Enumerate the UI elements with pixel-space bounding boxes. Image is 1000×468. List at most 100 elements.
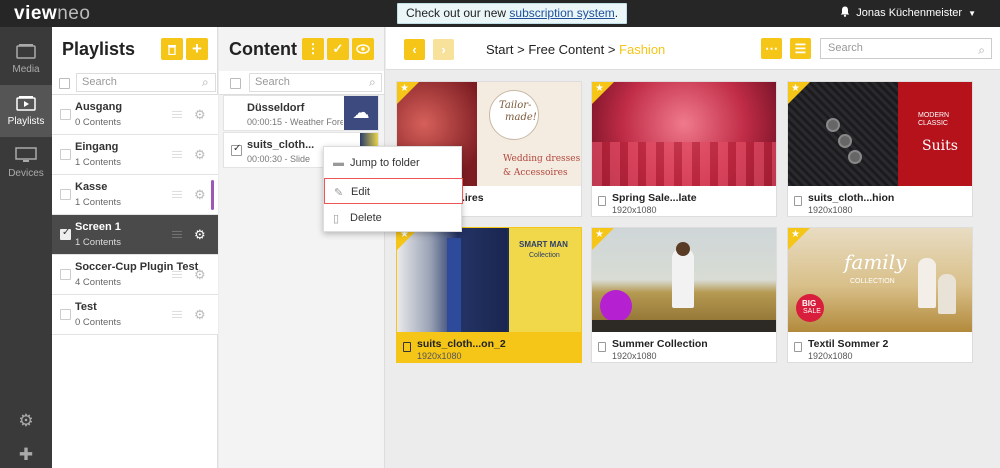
bell-icon[interactable] — [840, 6, 850, 20]
select-all-checkbox[interactable] — [230, 78, 241, 89]
row-checkbox[interactable] — [60, 149, 71, 160]
star-icon[interactable]: ★ — [788, 82, 810, 104]
playlist-row[interactable]: Eingang 1 Contents ― ― ― ⚙ — [52, 135, 218, 175]
content-title: Content — [229, 39, 297, 59]
document-icon — [794, 196, 802, 206]
folder-icon: ▬ — [333, 157, 344, 169]
search-icon: ⌕ — [369, 75, 376, 89]
back-button[interactable]: ‹ — [404, 39, 425, 60]
menu-item-edit[interactable]: ✎ Edit — [324, 178, 463, 204]
playlist-icon — [0, 95, 52, 114]
plugin-icon[interactable]: ✚ — [0, 445, 52, 465]
drag-handle-icon[interactable]: ― ― ― — [172, 147, 184, 163]
user-menu[interactable]: Jonas Küchenmeister ▼ — [840, 6, 976, 20]
select-all-checkbox[interactable] — [59, 78, 70, 89]
check-button[interactable]: ✓ — [327, 38, 349, 60]
drag-handle-icon[interactable]: ― ― ― — [172, 267, 184, 283]
notice-banner: Check out our new subscription system. — [397, 3, 628, 24]
playlists-search-row: Search ⌕ — [52, 71, 217, 95]
menu-item-delete[interactable]: ▯ Delete — [324, 205, 463, 231]
card-thumbnail: family COLLECTION BIG SALE — [788, 228, 972, 332]
monitor-icon — [0, 147, 52, 166]
main-area: ‹ › Start > Free Content > Fashion ⋯ ☰ S… — [386, 27, 1000, 468]
star-icon[interactable]: ★ — [592, 228, 614, 250]
forward-button[interactable]: › — [433, 39, 454, 60]
playlist-row[interactable]: Ausgang 0 Contents ― ― ― ⚙ — [52, 95, 218, 135]
subscription-link[interactable]: subscription system — [509, 6, 614, 20]
media-icon — [0, 43, 52, 62]
menu-item-jump-to-folder[interactable]: ▬ Jump to folder — [324, 150, 463, 176]
more-options-button[interactable]: ⋮ — [302, 38, 324, 60]
delete-playlist-button[interactable] — [161, 38, 183, 60]
nav-media[interactable]: Media — [0, 33, 52, 85]
eye-icon — [356, 44, 370, 54]
nav-playlists[interactable]: Playlists — [0, 85, 52, 137]
trash-icon — [168, 45, 176, 56]
gear-icon[interactable]: ⚙ — [194, 267, 206, 283]
app-logo[interactable]: viewneo — [14, 3, 90, 25]
card-thumbnail: MODERN CLASSIC Suits — [788, 82, 972, 186]
trash-icon: ▯ — [333, 213, 340, 225]
gear-icon[interactable]: ⚙ — [194, 147, 206, 163]
star-icon[interactable]: ★ — [592, 82, 614, 104]
media-card[interactable]: ★ Summer Collection 1920x1080 — [591, 227, 777, 363]
row-checkbox[interactable] — [60, 309, 71, 320]
main-header: ‹ › Start > Free Content > Fashion ⋯ ☰ S… — [386, 27, 1000, 70]
content-panel: Content ⋮ ✓ Search ⌕ Düsseldorf 00:00:15… — [219, 27, 385, 468]
top-bar: viewneo Check out our new subscription s… — [0, 0, 1000, 27]
gear-icon[interactable]: ⚙ — [194, 227, 206, 243]
search-icon: ⌕ — [202, 75, 209, 89]
playlists-search-input[interactable]: Search — [76, 73, 216, 92]
card-thumbnail: SMART MAN Collection — [397, 228, 581, 332]
search-icon: ⌕ — [978, 43, 985, 57]
drag-handle-icon[interactable]: ― ― ― — [172, 307, 184, 323]
breadcrumb: Start > Free Content > Fashion — [486, 42, 666, 57]
drag-handle-icon[interactable]: ― ― ― — [172, 187, 184, 203]
breadcrumb-current: Fashion — [619, 42, 666, 57]
breadcrumb-free-content[interactable]: Free Content — [528, 42, 604, 57]
add-playlist-button[interactable]: + — [186, 38, 208, 60]
document-icon — [794, 342, 802, 352]
row-checkbox[interactable]: ✓ — [60, 227, 71, 240]
gear-icon[interactable]: ⚙ — [194, 307, 206, 323]
gear-icon[interactable]: ⚙ — [194, 107, 206, 123]
playlist-row[interactable]: Test 0 Contents ― ― ― ⚙ — [52, 295, 218, 335]
edit-icon: ✎ — [334, 187, 344, 199]
drop-indicator — [211, 180, 214, 210]
drag-handle-icon[interactable]: ― ― ― — [172, 227, 184, 243]
left-nav: Media Playlists Devices ⚙ ✚ — [0, 27, 52, 468]
content-search-input[interactable]: Search — [249, 73, 382, 92]
list-view-button[interactable]: ☰ — [790, 38, 811, 59]
content-item[interactable]: Düsseldorf 00:00:15 - Weather Forecast ☁ — [223, 95, 379, 131]
playlist-row[interactable]: Kasse 1 Contents ― ― ― ⚙ — [52, 175, 218, 215]
card-thumbnail — [592, 82, 776, 186]
main-search-input[interactable]: Search ⌕ — [820, 38, 992, 59]
media-card[interactable]: MODERN CLASSIC Suits ★ suits_cloth...hio… — [787, 81, 973, 217]
row-checkbox[interactable] — [60, 109, 71, 120]
playlists-panel: Playlists + Search ⌕ Ausgang 0 Contents … — [52, 27, 218, 468]
drag-handle-icon[interactable]: ― ― ― — [172, 107, 184, 123]
row-checkbox[interactable]: ✓ — [231, 143, 242, 156]
breadcrumb-start[interactable]: Start — [486, 42, 513, 57]
document-icon — [598, 196, 606, 206]
media-card-selected[interactable]: SMART MAN Collection ★ suits_cloth...on_… — [396, 227, 582, 363]
gear-icon[interactable]: ⚙ — [194, 187, 206, 203]
row-checkbox[interactable] — [60, 269, 71, 280]
nav-devices[interactable]: Devices — [0, 137, 52, 189]
row-checkbox[interactable] — [60, 189, 71, 200]
card-thumbnail — [592, 228, 776, 332]
document-icon — [403, 342, 411, 352]
document-icon — [598, 342, 606, 352]
playlist-row[interactable]: Soccer-Cup Plugin Test 4 Contents ― ― ― ⚙ — [52, 255, 218, 295]
media-card[interactable]: family COLLECTION BIG SALE ★ Textil Somm… — [787, 227, 973, 363]
playlist-row-selected[interactable]: ✓ Screen 1 1 Contents ― ― ― ⚙ — [52, 215, 218, 255]
more-button[interactable]: ⋯ — [761, 38, 782, 59]
star-icon[interactable]: ★ — [788, 228, 810, 250]
weather-cloud-icon: ☁ — [344, 96, 378, 130]
context-menu: ▬ Jump to folder ✎ Edit ▯ Delete — [323, 146, 463, 232]
user-name: Jonas Küchenmeister — [856, 7, 963, 19]
star-icon[interactable]: ★ — [397, 82, 419, 104]
settings-gear-icon[interactable]: ⚙ — [0, 411, 52, 431]
preview-button[interactable] — [352, 38, 374, 60]
media-card[interactable]: ★ Spring Sale...late 1920x1080 — [591, 81, 777, 217]
